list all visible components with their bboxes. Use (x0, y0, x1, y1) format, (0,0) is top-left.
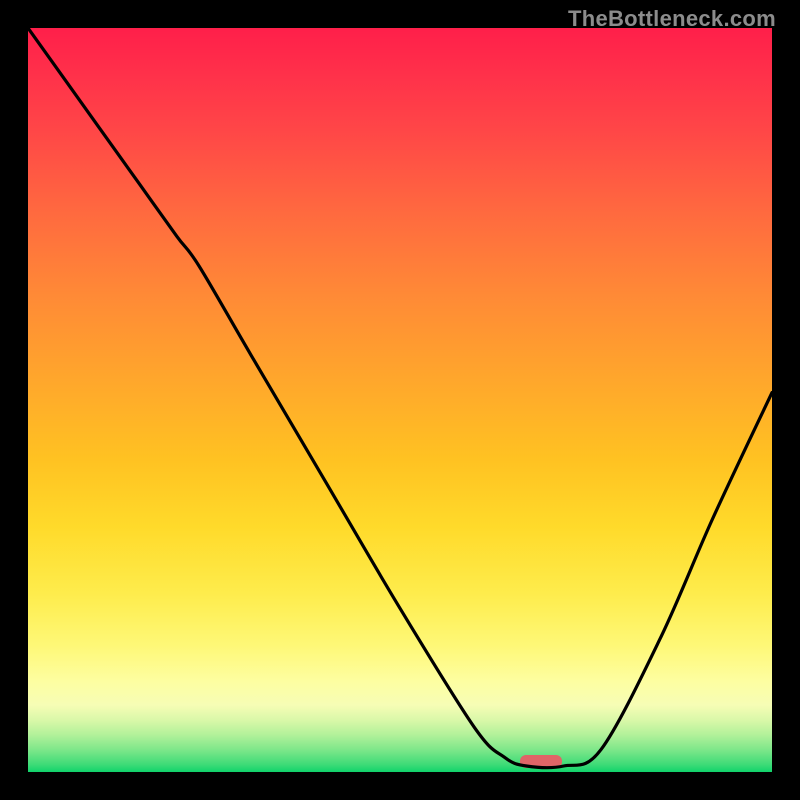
optimal-marker (520, 755, 562, 768)
chart-area (28, 28, 772, 772)
curve-svg (28, 28, 772, 772)
frame: TheBottleneck.com (0, 0, 800, 800)
bottleneck-curve (28, 28, 772, 768)
